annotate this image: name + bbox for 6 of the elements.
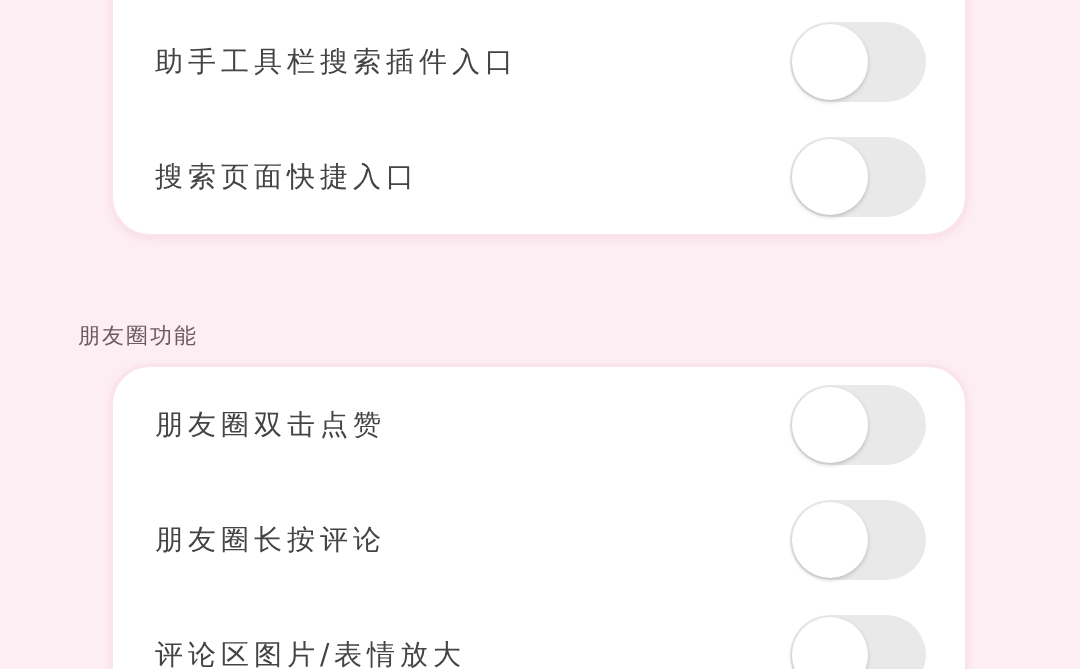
setting-label: 助手工具栏搜索插件入口 <box>155 47 518 76</box>
setting-label: 朋友圈双击点赞 <box>155 410 386 439</box>
setting-label: 搜索页面快捷入口 <box>155 162 419 191</box>
section-title: 朋友圈功能 <box>78 322 198 350</box>
setting-label: 评论区图片/表情放大 <box>155 640 467 669</box>
setting-label: 朋友圈长按评论 <box>155 525 386 554</box>
